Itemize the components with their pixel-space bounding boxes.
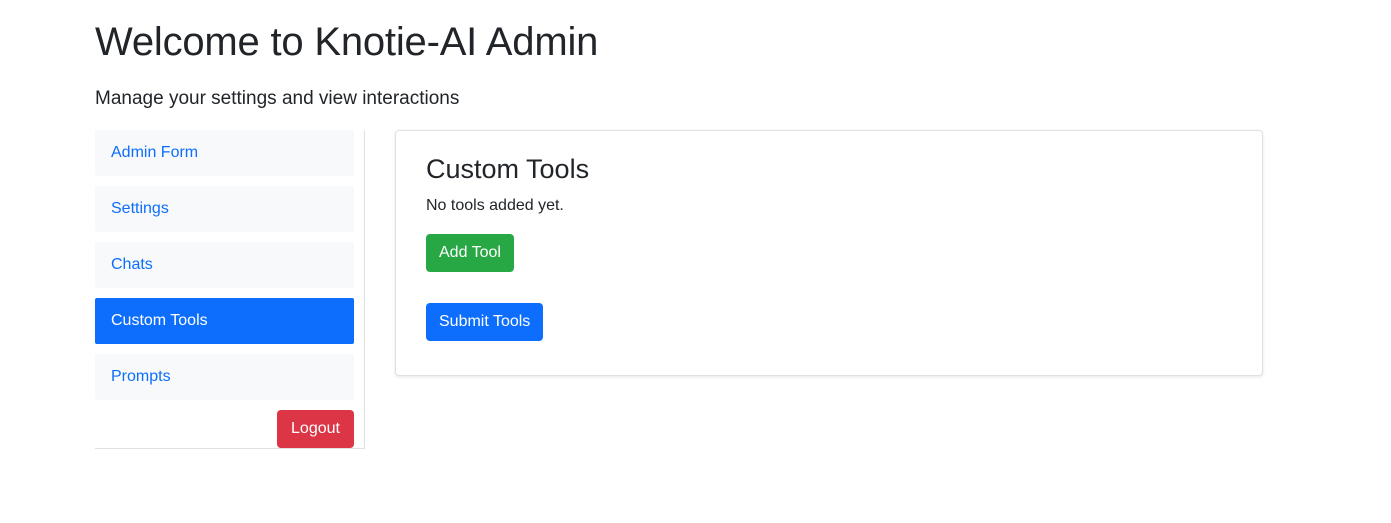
- sidebar-item-label: Admin Form: [111, 144, 199, 161]
- sidebar-item-label: Custom Tools: [111, 312, 208, 329]
- submit-tools-button[interactable]: Submit Tools: [426, 303, 544, 341]
- sidebar-item-custom-tools[interactable]: Custom Tools: [95, 298, 354, 344]
- sidebar: Admin Form Settings Chats Custom Tools P…: [95, 130, 365, 449]
- custom-tools-card: Custom Tools No tools added yet. Add Too…: [395, 130, 1263, 376]
- logout-button[interactable]: Logout: [277, 410, 354, 448]
- sidebar-item-admin-form[interactable]: Admin Form: [95, 130, 354, 176]
- page-title: Welcome to Knotie-AI Admin: [95, 20, 599, 64]
- page-subtitle: Manage your settings and view interactio…: [95, 88, 460, 109]
- empty-state-text: No tools added yet.: [426, 197, 564, 214]
- sidebar-item-label: Settings: [111, 200, 169, 217]
- sidebar-item-prompts[interactable]: Prompts: [95, 354, 354, 400]
- sidebar-item-label: Prompts: [111, 368, 171, 385]
- sidebar-item-chats[interactable]: Chats: [95, 242, 354, 288]
- admin-page: Welcome to Knotie-AI Admin Manage your s…: [0, 0, 1391, 523]
- sidebar-item-settings[interactable]: Settings: [95, 186, 354, 232]
- card-title: Custom Tools: [426, 154, 590, 184]
- sidebar-item-label: Chats: [111, 256, 153, 273]
- add-tool-button[interactable]: Add Tool: [426, 234, 514, 272]
